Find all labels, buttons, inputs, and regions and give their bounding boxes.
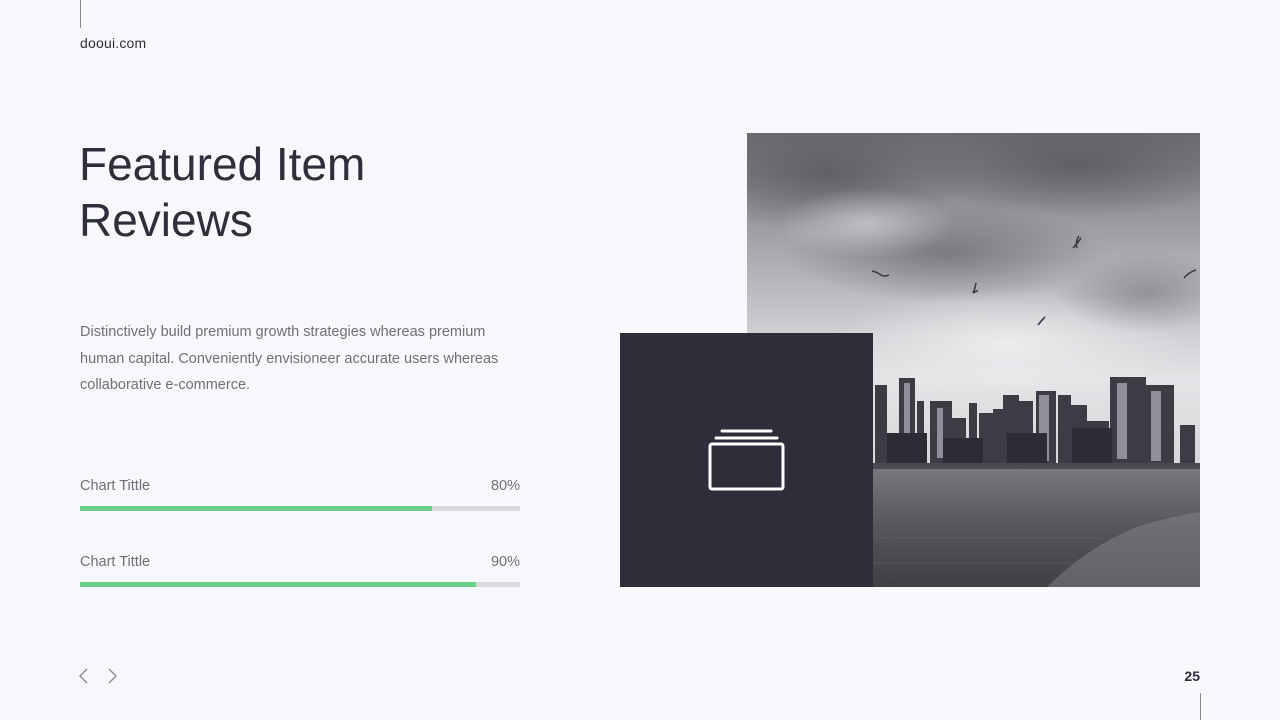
progress-label: Chart Tittle [80, 478, 151, 494]
stacked-window-icon [708, 429, 785, 491]
page-title: Featured Item Reviews [79, 136, 499, 248]
bottom-divider-line [1200, 693, 1201, 720]
description-text: Distinctively build premium growth strat… [80, 324, 499, 393]
title-line-2: Reviews [79, 194, 253, 246]
progress-value: 90% [490, 554, 520, 570]
progress-track [80, 582, 520, 587]
progress-fill [80, 582, 476, 587]
progress-fill [80, 506, 432, 511]
page-number: 25 [1184, 668, 1200, 684]
previous-slide-button[interactable] [77, 668, 91, 684]
chevron-left-icon [79, 668, 88, 684]
top-divider-line [80, 0, 81, 28]
progress-track [80, 506, 520, 511]
brand-website: dooui.com [80, 35, 147, 51]
chevron-right-icon [108, 668, 117, 684]
next-slide-button[interactable] [105, 668, 119, 684]
progress-value: 80% [490, 478, 520, 494]
slide: dooui.com Featured Item Reviews Distinct… [0, 0, 1280, 720]
progress-label: Chart Tittle [80, 554, 151, 570]
title-line-1: Featured Item [79, 138, 366, 190]
